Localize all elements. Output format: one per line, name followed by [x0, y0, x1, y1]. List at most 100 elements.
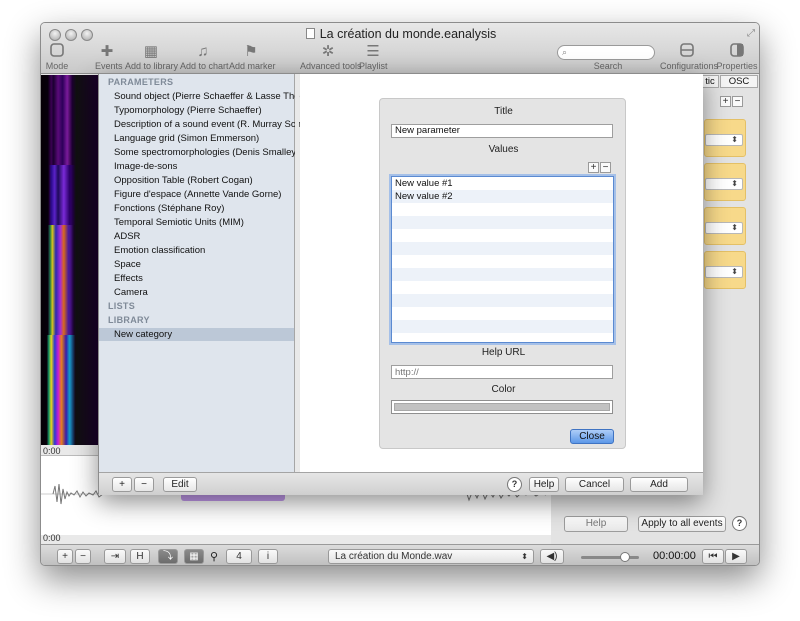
toolbar-configurations-label: Configurations: [660, 61, 719, 71]
parameter-form: Title New parameter Values + − New value…: [379, 98, 626, 449]
panel-remove-button[interactable]: −: [732, 96, 743, 107]
color-well[interactable]: [391, 400, 613, 414]
parameter-item[interactable]: Language grid (Simon Emmerson): [114, 133, 259, 144]
fit-range-icon[interactable]: H: [130, 549, 150, 564]
toolbar-add-marker-button[interactable]: ⚑ Add marker: [229, 43, 276, 71]
panel-help-button[interactable]: Help: [564, 516, 628, 532]
toolbar-configurations-button[interactable]: Configurations: [660, 43, 718, 71]
toolbar-add-to-library-button[interactable]: ▦ Add to library: [125, 43, 179, 71]
volume-slider-knob[interactable]: [619, 552, 630, 562]
sheet-add-button[interactable]: +: [112, 477, 132, 492]
parameter-item[interactable]: Opposition Table (Robert Cogan): [114, 175, 253, 186]
sheet-help-button[interactable]: Help: [529, 477, 559, 492]
toolbar-advanced-tools-button[interactable]: ✲ Advanced tools: [300, 43, 362, 71]
toolbar-add-to-chart-button[interactable]: ♫ Add to chart: [180, 43, 229, 71]
sheet-button-bar: + − Edit ? Help Cancel Add: [99, 472, 703, 495]
sheet-help-icon[interactable]: ?: [507, 477, 522, 492]
chart-icon: ♫: [197, 43, 209, 60]
list-icon: ☰: [366, 43, 380, 60]
grid-icon[interactable]: ▦: [184, 549, 204, 564]
toolbar-add-to-chart-label: Add to chart: [180, 61, 229, 71]
apply-to-all-events-button[interactable]: Apply to all events: [638, 516, 726, 532]
transport-bar: + − ⇥ H ⤵ ▦ ⚲ 4 i La création du Monde.w…: [41, 544, 759, 565]
values-remove-button[interactable]: −: [600, 162, 611, 173]
parameter-item[interactable]: Camera: [114, 287, 148, 298]
transport-add-button[interactable]: +: [57, 549, 73, 564]
parameter-item[interactable]: Some spectromorphologies (Denis Smalley): [114, 147, 299, 158]
play-icon[interactable]: ▶: [725, 549, 747, 564]
value-item[interactable]: New value #1: [395, 178, 453, 189]
split-divider[interactable]: [295, 74, 299, 472]
volume-icon[interactable]: ◀): [540, 549, 564, 564]
parameter-item[interactable]: Description of a sound event (R. Murray …: [114, 119, 320, 130]
parameter-item[interactable]: Image-de-sons: [114, 161, 177, 172]
property-box-2: ⬍: [704, 163, 746, 201]
value-item[interactable]: New value #2: [395, 191, 453, 202]
values-list[interactable]: New value #1 New value #2: [391, 176, 614, 343]
toolbar-add-marker-label: Add marker: [229, 61, 276, 71]
fullscreen-icon[interactable]: ⤢: [747, 28, 755, 39]
property-select-1[interactable]: ⬍: [705, 134, 743, 146]
parameter-item[interactable]: Temporal Semiotic Units (MIM): [114, 217, 244, 228]
toolbar-advanced-tools-label: Advanced tools: [300, 61, 362, 71]
property-box-4: ⬍: [704, 251, 746, 289]
parameter-item[interactable]: Figure d'espace (Annette Vande Gorne): [114, 189, 281, 200]
search-label: Search: [593, 61, 623, 71]
sheet-remove-button[interactable]: −: [134, 477, 154, 492]
property-select-3[interactable]: ⬍: [705, 222, 743, 234]
parameter-item[interactable]: Space: [114, 259, 141, 270]
panel-help-icon[interactable]: ?: [732, 516, 747, 531]
marker-icon: ⚑: [244, 43, 258, 60]
parameter-item[interactable]: Fonctions (Stéphane Roy): [114, 203, 224, 214]
toolbar-playlist-button[interactable]: ☰ Playlist: [359, 43, 388, 71]
property-select-4[interactable]: ⬍: [705, 266, 743, 278]
audio-file-select[interactable]: La création du Monde.wav ⬍: [328, 549, 534, 564]
configurations-icon: [677, 43, 697, 60]
close-button[interactable]: Close: [570, 429, 614, 444]
toolbar-mode-button[interactable]: Mode: [45, 43, 69, 71]
spectrogram[interactable]: [41, 75, 98, 445]
document-icon: [305, 28, 315, 39]
waveform-start-time: 0:00: [43, 533, 61, 543]
transport-remove-button[interactable]: −: [75, 549, 91, 564]
color-label: Color: [491, 384, 516, 395]
cancel-button[interactable]: Cancel: [565, 477, 624, 492]
help-url-field[interactable]: [391, 365, 613, 379]
toolbar-add-to-library-label: Add to library: [125, 61, 179, 71]
search-input[interactable]: [557, 45, 655, 60]
parameter-item[interactable]: Typomorphology (Pierre Schaeffer): [114, 105, 262, 116]
toolbar-mode-label: Mode: [45, 61, 69, 71]
title-toolbar: La création du monde.eanalysis ⤢ Mode ✚ …: [41, 23, 759, 74]
library-icon: ▦: [143, 43, 159, 60]
plus-icon: ✚: [100, 43, 114, 60]
tab-osc-label: OSC: [728, 76, 750, 87]
panel-add-button[interactable]: +: [720, 96, 731, 107]
window-title-text: La création du monde.eanalysis: [319, 27, 497, 41]
color-swatch: [394, 403, 610, 411]
mode-icon: [47, 43, 67, 60]
go-to-end-icon[interactable]: ⇥: [104, 549, 126, 564]
tab-osc[interactable]: OSC: [720, 75, 758, 88]
info-button[interactable]: i: [258, 549, 278, 564]
parameter-item[interactable]: Emotion classification: [114, 245, 205, 256]
parameter-item[interactable]: ADSR: [114, 231, 140, 242]
parameter-source-list: PARAMETERS Sound object (Pierre Schaeffe…: [99, 74, 326, 472]
volume-slider[interactable]: [581, 552, 639, 562]
rewind-icon[interactable]: ⏮: [702, 549, 724, 564]
title-field[interactable]: New parameter: [391, 124, 613, 138]
values-add-button[interactable]: +: [588, 162, 599, 173]
toolbar-properties-button[interactable]: Properties: [716, 43, 758, 71]
property-select-2[interactable]: ⬍: [705, 178, 743, 190]
add-button[interactable]: Add: [630, 477, 688, 492]
window-title: La création du monde.eanalysis: [41, 27, 759, 41]
parameter-item[interactable]: Effects: [114, 273, 143, 284]
search-icon: ⌕: [562, 47, 568, 57]
tab-tic[interactable]: tic: [701, 75, 719, 88]
edit-button[interactable]: Edit: [163, 477, 197, 492]
parameter-editor-sheet: PARAMETERS Sound object (Pierre Schaeffe…: [98, 73, 703, 495]
zoom-level-field[interactable]: 4: [226, 549, 252, 564]
snap-icon[interactable]: ⤵: [158, 549, 178, 564]
zoom-icon: ⚲: [210, 551, 219, 563]
library-item-new-category[interactable]: New category: [114, 329, 172, 340]
toolbar-events-button[interactable]: ✚ Events: [95, 43, 123, 71]
